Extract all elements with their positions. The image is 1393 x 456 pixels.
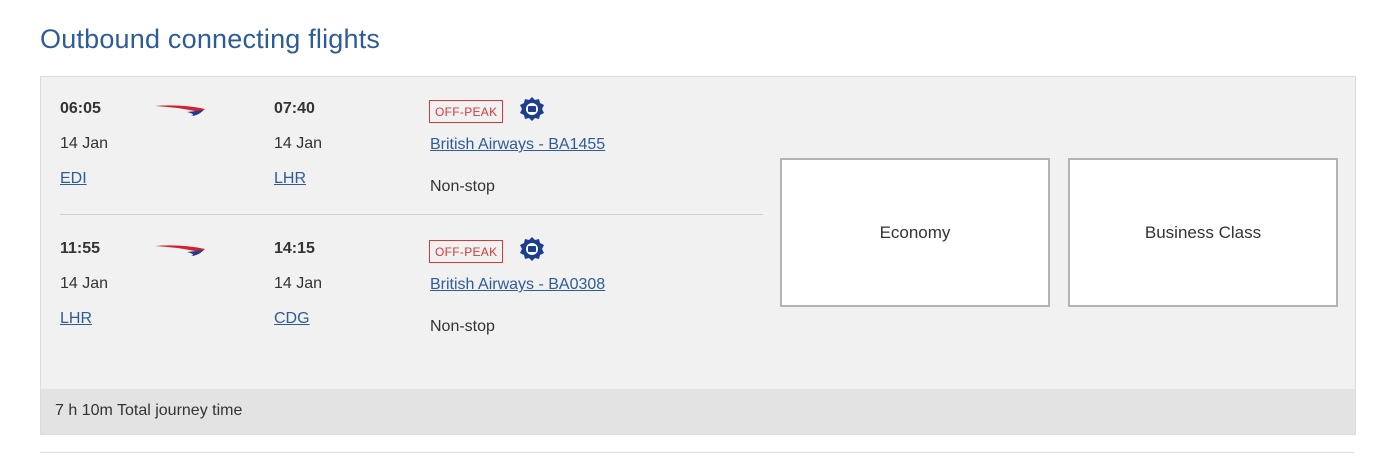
british-airways-speedmarque-icon [155,243,207,262]
segment-divider [60,214,763,215]
off-peak-badge: OFF-PEAK [429,240,504,263]
off-peak-badge: OFF-PEAK [429,100,504,123]
departure-date: 14 Jan [60,135,109,152]
arrival-date: 14 Jan [274,275,323,292]
flight-result-panel: 06:05 14 Jan EDI 07:40 14 Jan LHR OFF-PE… [40,76,1356,435]
arrival-column: 14:15 14 Jan CDG [274,237,322,327]
economy-cabin-button[interactable]: Economy [780,158,1050,307]
stops-text: Non-stop [430,318,495,335]
departure-airport-link[interactable]: EDI [60,170,87,188]
stops-text: Non-stop [430,178,495,195]
business-class-cabin-button[interactable]: Business Class [1068,158,1338,307]
journey-summary-footer: 7 h 10m Total journey time [41,389,1355,434]
arrival-column: 07:40 14 Jan LHR [274,97,322,187]
arrival-time: 14:15 [274,240,315,257]
british-airways-speedmarque-icon [155,103,207,122]
avios-badge-icon [519,237,544,266]
arrival-airport-link[interactable]: CDG [274,310,310,328]
section-divider [40,452,1354,453]
avios-badge-icon [519,97,544,126]
departure-airport-link[interactable]: LHR [60,310,92,328]
fare-badges: OFF-PEAK [429,237,544,266]
departure-time: 06:05 [60,100,101,117]
departure-time: 11:55 [60,240,101,257]
departure-date: 14 Jan [60,275,109,292]
flight-segment-1: 06:05 14 Jan EDI 07:40 14 Jan LHR OFF-PE… [41,97,761,207]
flight-number-link[interactable]: British Airways - BA0308 [430,276,605,294]
fare-badges: OFF-PEAK [429,97,544,126]
arrival-date: 14 Jan [274,135,323,152]
departure-column: 06:05 14 Jan EDI [60,97,108,187]
flight-number-link[interactable]: British Airways - BA1455 [430,136,605,154]
arrival-airport-link[interactable]: LHR [274,170,306,188]
total-journey-time: 7 h 10m Total journey time [55,402,243,419]
arrival-time: 07:40 [274,100,315,117]
page-title: Outbound connecting flights [40,24,381,54]
departure-column: 11:55 14 Jan LHR [60,237,108,327]
flight-segment-2: 11:55 14 Jan LHR 14:15 14 Jan CDG OFF-PE… [41,237,761,347]
